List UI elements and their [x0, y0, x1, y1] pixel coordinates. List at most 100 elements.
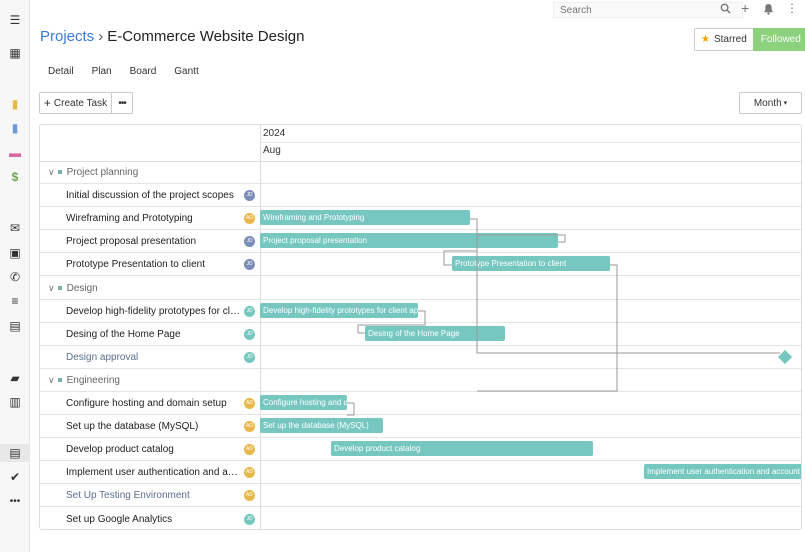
task-bar[interactable]: Wireframing and Prototyping: [260, 210, 470, 226]
task-name[interactable]: Prototype Presentation to client: [66, 253, 242, 276]
check-icon[interactable]: ✔: [8, 470, 22, 484]
task-bar[interactable]: Configure hosting and domain setup: [260, 395, 347, 410]
avatar[interactable]: AD: [244, 467, 255, 479]
task-row[interactable]: Prototype Presentation to client JD Protot…: [40, 253, 801, 277]
more-options-button[interactable]: •••: [111, 92, 133, 114]
avatar[interactable]: JD: [244, 259, 255, 271]
task-row[interactable]: Desing of the Home Page JD Desing of the H…: [40, 323, 801, 346]
task-name[interactable]: Wireframing and Prototyping: [66, 207, 242, 230]
avatar[interactable]: JD: [244, 236, 255, 248]
task-row[interactable]: Configure hosting and domain setup AD Conf…: [40, 392, 801, 415]
task-row[interactable]: Develop high-fidelity prototypes for cli…: [40, 300, 801, 323]
task-name[interactable]: Design approval: [66, 346, 242, 369]
task-row[interactable]: Wireframing and Prototyping AD Wireframing…: [40, 207, 801, 231]
group-label[interactable]: ∨ Project planning: [48, 161, 138, 184]
task-name[interactable]: Develop high-fidelity prototypes for cli…: [66, 300, 242, 323]
group-marker-icon: [57, 285, 62, 290]
search-input[interactable]: [553, 2, 743, 18]
followed-button[interactable]: Followed: [752, 28, 805, 51]
briefcase-icon[interactable]: ▰: [8, 371, 22, 385]
timeline-header-divider: [261, 142, 801, 143]
task-row[interactable]: Set Up Testing Environment AD: [40, 484, 801, 508]
dollar-icon[interactable]: $: [8, 170, 22, 184]
note-icon[interactable]: ▮: [8, 97, 22, 111]
task-name[interactable]: Implement user authentication and accoun…: [66, 461, 242, 484]
avatar[interactable]: JD: [244, 305, 255, 317]
task-bar[interactable]: Develop product catalog: [331, 441, 593, 457]
mail-icon[interactable]: ✉: [8, 221, 22, 235]
star-icon: ★: [701, 34, 710, 45]
plus-icon[interactable]: +: [741, 1, 749, 15]
avatar[interactable]: AD: [244, 444, 255, 456]
task-row[interactable]: Initial discussion of the project scopes…: [40, 184, 801, 208]
milestone-marker[interactable]: [777, 349, 793, 364]
timeline-month: Aug: [263, 145, 281, 156]
contact-icon[interactable]: ▮: [8, 121, 22, 135]
tab-detail[interactable]: Detail: [48, 66, 74, 77]
task-bar[interactable]: Develop high-fidelity prototypes for cli…: [260, 302, 418, 318]
tab-gantt[interactable]: Gantt: [174, 66, 198, 77]
calendar-icon[interactable]: ▤: [8, 319, 22, 333]
task-row[interactable]: Develop product catalog AD Develop product…: [40, 438, 801, 462]
task-bar[interactable]: Project proposal presentation: [260, 233, 558, 249]
tasks-icon[interactable]: ▤: [8, 446, 22, 460]
bell-icon[interactable]: [763, 3, 774, 17]
group-name: Engineering: [66, 374, 120, 386]
timeline-year: 2024: [263, 128, 286, 139]
chevron-down-icon[interactable]: ∨: [48, 369, 55, 392]
book-icon[interactable]: ▥: [8, 395, 22, 409]
phone-icon[interactable]: ✆: [8, 270, 22, 284]
view-mode-select[interactable]: Month ▾: [739, 92, 802, 114]
group-row[interactable]: ∨ Project planning: [40, 161, 801, 184]
list-icon[interactable]: ≡: [8, 294, 22, 308]
create-task-button[interactable]: + Create Task: [39, 92, 112, 114]
followed-label: Followed: [760, 34, 801, 45]
task-row[interactable]: Design approval JD: [40, 346, 801, 369]
avatar[interactable]: JD: [244, 328, 255, 340]
avatar[interactable]: JD: [244, 351, 255, 363]
group-row[interactable]: ∨ Engineering: [40, 369, 801, 392]
starred-button[interactable]: ★ Starred: [694, 28, 753, 51]
more-icon[interactable]: •••: [8, 495, 22, 509]
tab-board[interactable]: Board: [130, 66, 157, 77]
avatar[interactable]: JD: [244, 513, 255, 525]
group-label[interactable]: ∨ Engineering: [48, 369, 120, 392]
search-icon[interactable]: [720, 3, 731, 16]
task-name[interactable]: Set up the database (MySQL): [66, 415, 242, 438]
task-bar[interactable]: Implement user authentication and accoun…: [644, 464, 801, 480]
breadcrumb-projects-link[interactable]: Projects: [40, 28, 94, 45]
tab-plan[interactable]: Plan: [92, 66, 112, 77]
avatar[interactable]: AD: [244, 398, 255, 409]
kebab-icon[interactable]: ⋮: [786, 2, 798, 14]
task-name[interactable]: Desing of the Home Page: [66, 323, 242, 346]
group-label[interactable]: ∨ Design: [48, 277, 98, 300]
task-row[interactable]: Set up the database (MySQL) AD Set up the …: [40, 415, 801, 439]
chevron-down-icon[interactable]: ∨: [48, 161, 55, 184]
task-name[interactable]: Initial discussion of the project scopes: [66, 184, 242, 207]
task-row[interactable]: Implement user authentication and accoun…: [40, 461, 801, 485]
chevron-down-icon[interactable]: ∨: [48, 277, 55, 300]
sidebar: ☰ ▦ ▮ ▮ ▬ $ ✉ ▣ ✆ ≡ ▤ ▰ ▥ ▤ ✔ •••: [0, 0, 30, 552]
task-row[interactable]: Set up Google Analytics JD: [40, 508, 801, 530]
task-bar[interactable]: Prototype Presentation to client: [452, 256, 610, 272]
view-mode-label: Month: [753, 97, 782, 109]
starred-label: Starred: [713, 34, 747, 45]
task-row[interactable]: Project proposal presentation JD Project p…: [40, 230, 801, 254]
avatar[interactable]: AD: [244, 421, 255, 433]
avatar[interactable]: AD: [244, 213, 255, 225]
task-bar[interactable]: Desing of the Home Page: [365, 325, 505, 341]
card-icon[interactable]: ▬: [8, 146, 22, 160]
avatar[interactable]: JD: [244, 190, 255, 202]
task-bar[interactable]: Set up the database (MySQL): [260, 418, 383, 434]
group-row[interactable]: ∨ Design: [40, 277, 801, 300]
avatar[interactable]: AD: [244, 490, 255, 502]
menu-icon[interactable]: ☰: [8, 13, 22, 27]
calendar-check-icon[interactable]: ▣: [8, 246, 22, 260]
dashboard-icon[interactable]: ▦: [8, 46, 22, 60]
task-name[interactable]: Configure hosting and domain setup: [66, 392, 242, 415]
task-name[interactable]: Set up Google Analytics: [66, 508, 242, 530]
task-name[interactable]: Set Up Testing Environment: [66, 484, 242, 507]
task-name[interactable]: Project proposal presentation: [66, 230, 242, 253]
follow-button-group: ★ Starred Followed: [694, 28, 805, 51]
task-name[interactable]: Develop product catalog: [66, 438, 242, 461]
